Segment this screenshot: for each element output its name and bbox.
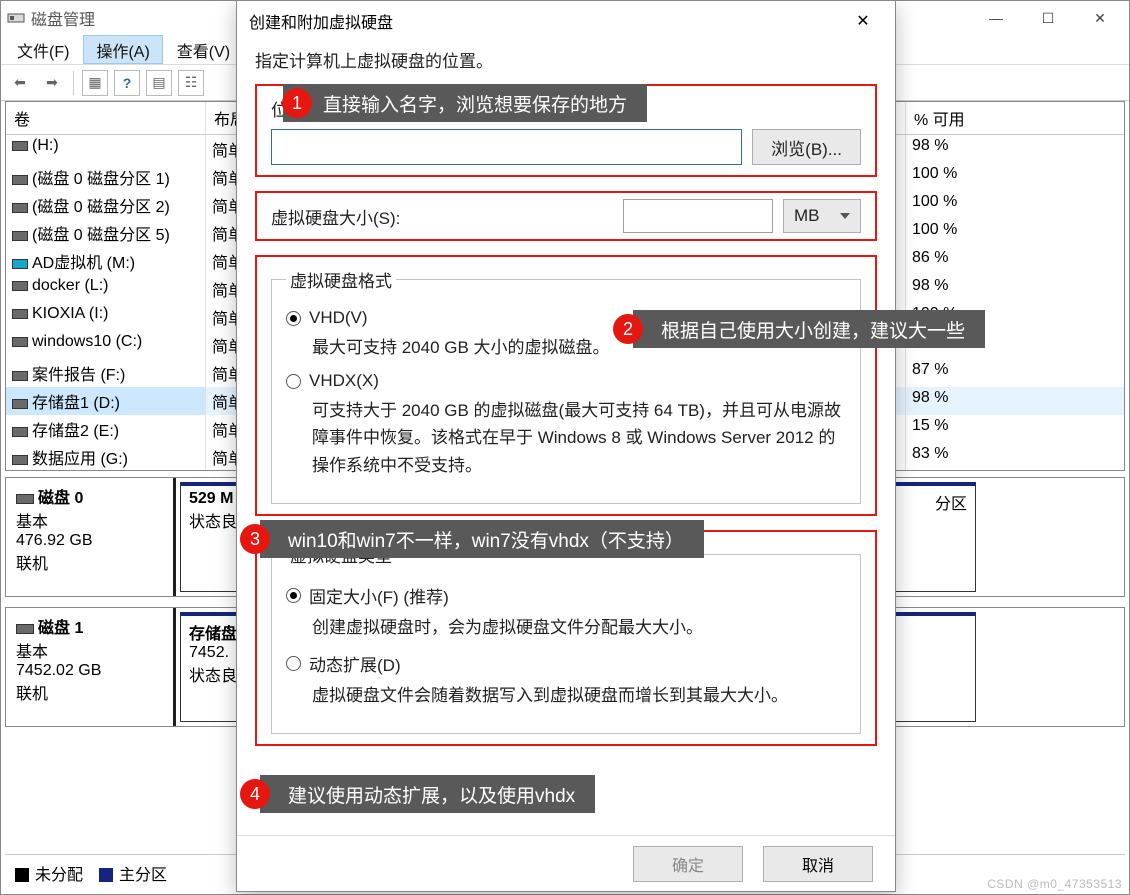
dialog-title: 创建和附加虚拟硬盘 [249,9,393,33]
annotation-2: 2根据自己使用大小创建，建议大一些 [633,310,985,348]
legend-primary: 主分区 [99,861,167,885]
size-unit-select[interactable]: MB [783,199,861,233]
cancel-button[interactable]: 取消 [763,846,873,882]
ok-button[interactable]: 确定 [633,846,743,882]
app-icon [7,9,25,27]
format-legend: 虚拟硬盘格式 [286,267,396,292]
size-input[interactable] [623,199,773,233]
location-input[interactable] [271,129,742,165]
vhd-label: VHD(V) [309,308,368,328]
type-group: 虚拟硬盘类型 固定大小(F) (推荐) 创建虚拟硬盘时，会为虚拟硬盘文件分配最大… [255,530,877,746]
dialog-close-button[interactable]: ✕ [843,1,883,41]
minimize-button[interactable]: ― [973,2,1019,34]
vhdx-label: VHDX(X) [309,371,379,391]
annotation-badge-3: 3 [240,524,270,554]
toolbar-divider [73,71,74,95]
watermark: CSDN @m0_47353513 [987,877,1122,891]
nav-forward-button[interactable]: ➡ [39,70,65,96]
annotation-4: 4建议使用动态扩展，以及使用vhdx [260,775,595,813]
menu-file[interactable]: 文件(F) [5,35,81,64]
browse-button[interactable]: 浏览(B)... [752,129,861,165]
col-volume[interactable]: 卷 [6,102,206,134]
annotation-3: 3win10和win7不一样，win7没有vhdx（不支持） [260,520,704,558]
size-unit-label: MB [794,206,820,226]
fixed-label: 固定大小(F) (推荐) [309,583,449,608]
dialog-buttons: 确定 取消 [237,835,895,891]
chevron-down-icon [840,213,850,219]
dialog-titlebar: 创建和附加虚拟硬盘 ✕ [237,1,895,41]
annotation-1: 直接输入名字，浏览想要保存的地方 [283,84,647,122]
dynamic-label: 动态扩展(D) [309,651,401,676]
window-title: 磁盘管理 [31,6,95,30]
menu-action[interactable]: 操作(A) [83,35,162,64]
size-group: 虚拟硬盘大小(S): MB [255,191,877,241]
toolbar-btn-1[interactable]: ▦ [82,70,108,96]
legend-unalloc: 未分配 [15,861,83,885]
close-button[interactable]: ✕ [1077,2,1123,34]
menu-view[interactable]: 查看(V) [165,35,242,64]
annotation-badge-1: 1 [282,88,312,118]
radio-vhdx[interactable]: VHDX(X) [286,371,846,391]
annotation-badge-2: 2 [613,314,643,344]
col-pct[interactable]: % 可用 [906,102,1125,134]
size-label: 虚拟硬盘大小(S): [271,204,400,229]
toolbar-btn-help[interactable]: ? [114,70,140,96]
format-group: 虚拟硬盘格式 VHD(V) 最大可支持 2040 GB 大小的虚拟磁盘。 VHD… [255,255,877,516]
radio-fixed[interactable]: 固定大小(F) (推荐) [286,583,846,608]
dynamic-desc: 虚拟硬盘文件会随着数据写入到虚拟硬盘而增长到其最大大小。 [312,682,846,709]
toolbar-btn-4[interactable]: ☷ [178,70,204,96]
maximize-button[interactable]: ☐ [1025,2,1071,34]
radio-dynamic[interactable]: 动态扩展(D) [286,651,846,676]
annotation-badge-4: 4 [240,779,270,809]
nav-back-button[interactable]: ⬅ [7,70,33,96]
dialog-lead: 指定计算机上虚拟硬盘的位置。 [255,47,877,72]
vhdx-desc: 可支持大于 2040 GB 的虚拟磁盘(最大可支持 64 TB)，并且可从电源故… [312,397,846,479]
toolbar-btn-3[interactable]: ▤ [146,70,172,96]
create-vhd-dialog: 创建和附加虚拟硬盘 ✕ 指定计算机上虚拟硬盘的位置。 位置(L): 浏览(B).… [236,0,896,892]
fixed-desc: 创建虚拟硬盘时，会为虚拟硬盘文件分配最大大小。 [312,614,846,641]
